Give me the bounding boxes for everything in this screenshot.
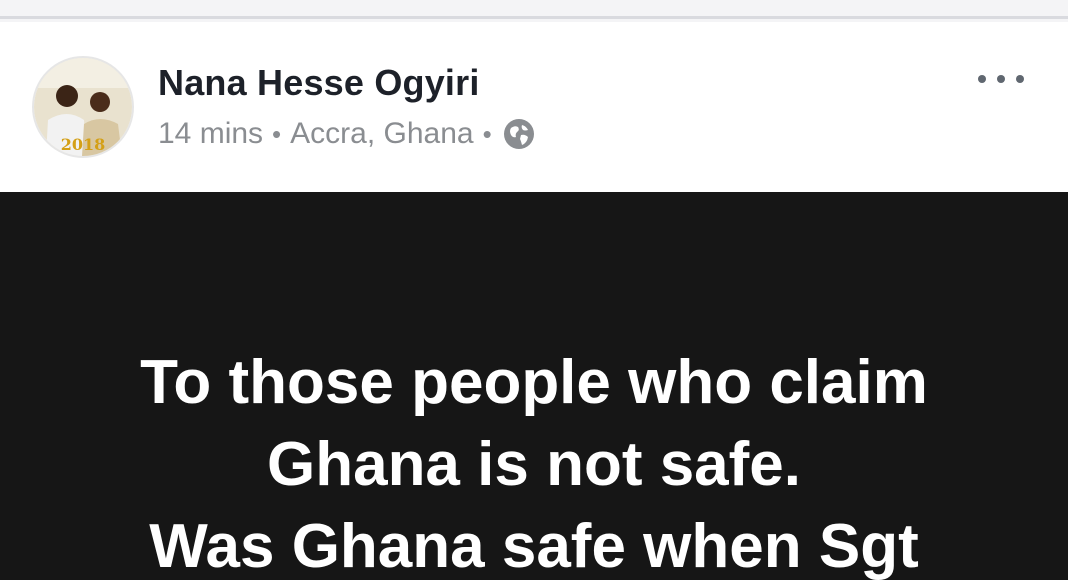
post-text-line: Was Ghana safe when Sgt (149, 512, 919, 580)
avatar-image: 2018 (34, 58, 132, 156)
more-dot (997, 75, 1005, 83)
post-text: To those people who claim Ghana is not s… (0, 342, 1068, 580)
post-text-line: Ghana is not safe. (266, 430, 802, 499)
post-text-line: To those people who claim (140, 348, 928, 417)
avatar-caption: 2018 (61, 135, 106, 154)
post-header: 2018 Nana Hesse Ogyiri 14 mins • Accra, … (0, 22, 1068, 192)
post-time[interactable]: 14 mins (158, 117, 263, 151)
author-name[interactable]: Nana Hesse Ogyiri (158, 62, 480, 104)
more-dot (1016, 75, 1024, 83)
more-dot (978, 75, 986, 83)
feed-divider (0, 16, 1068, 19)
post-image[interactable]: To those people who claim Ghana is not s… (0, 192, 1068, 580)
post-meta: 14 mins • Accra, Ghana • (158, 117, 535, 151)
globe-icon[interactable] (503, 118, 535, 150)
more-options-icon[interactable] (978, 70, 1024, 88)
meta-separator: • (272, 118, 282, 149)
avatar[interactable]: 2018 (32, 56, 134, 158)
meta-separator: • (482, 118, 492, 149)
post-location[interactable]: Accra, Ghana (290, 117, 473, 151)
feed-top-strip (0, 0, 1068, 24)
